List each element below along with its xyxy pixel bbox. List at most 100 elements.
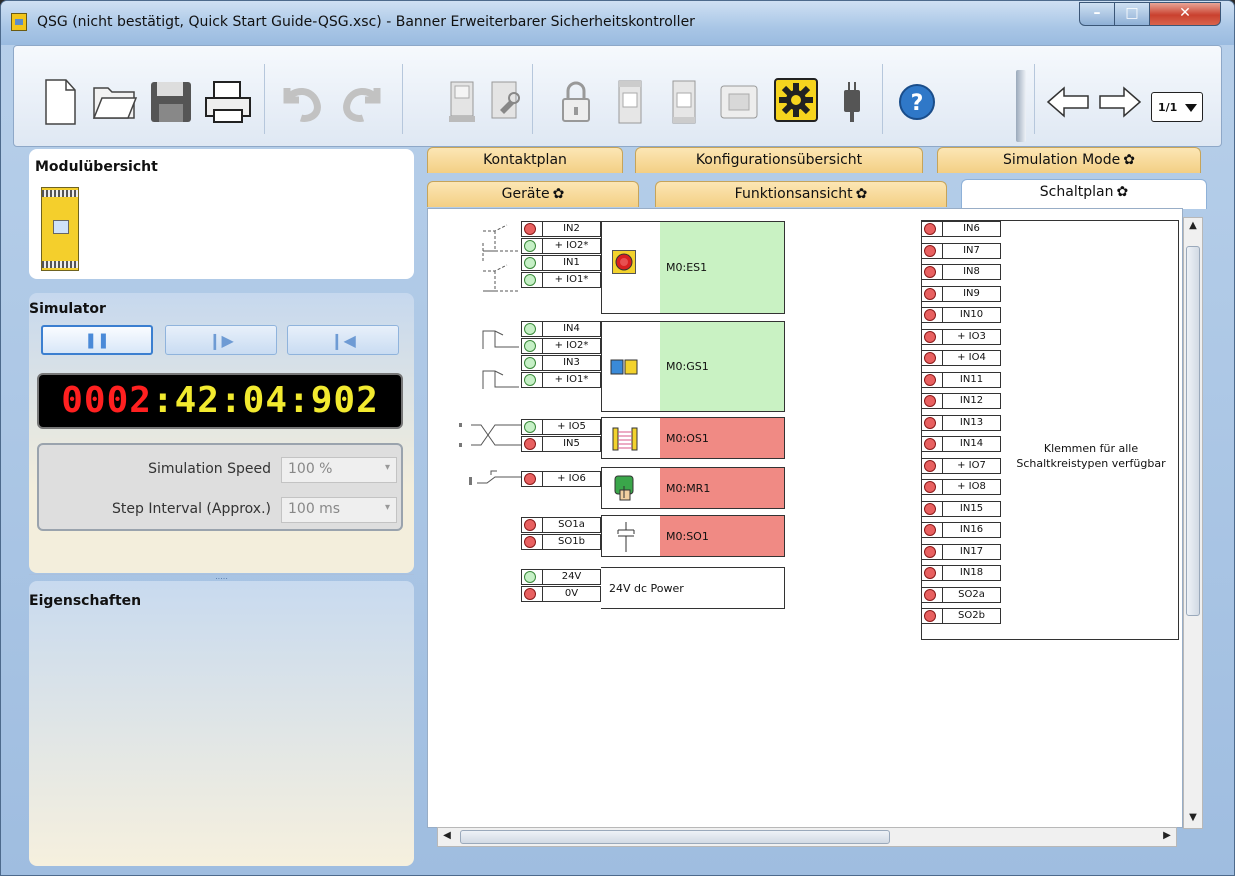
power-block[interactable]: 24V dc Power bbox=[601, 567, 785, 609]
terminal-right[interactable]: SO2a bbox=[921, 586, 1001, 603]
lock-icon[interactable] bbox=[554, 74, 598, 130]
terminal-io5[interactable]: + IO5 bbox=[521, 419, 601, 435]
scroll-right-icon[interactable]: ▶ bbox=[1158, 828, 1176, 846]
terminal-right[interactable]: + IO3 bbox=[921, 328, 1001, 345]
terminal-right[interactable]: IN14 bbox=[921, 436, 1001, 452]
terminal-24v[interactable]: 24V bbox=[521, 569, 601, 585]
speed-label: Simulation Speed bbox=[148, 461, 271, 477]
close-button[interactable]: ✕ bbox=[1149, 2, 1221, 26]
terminal-in2[interactable]: IN2 bbox=[521, 221, 601, 237]
module-a-icon[interactable] bbox=[610, 74, 650, 130]
terminal-in3[interactable]: IN3 bbox=[521, 355, 601, 371]
gs1-block[interactable]: M0:GS1 bbox=[601, 321, 785, 412]
terminal-right[interactable]: IN6 bbox=[921, 221, 1001, 237]
maximize-button[interactable]: □ bbox=[1114, 2, 1150, 26]
settings-gear-icon[interactable] bbox=[772, 72, 820, 128]
terminal-right[interactable]: IN7 bbox=[921, 242, 1001, 259]
terminal-in1[interactable]: IN1 bbox=[521, 255, 601, 271]
undo-icon[interactable] bbox=[272, 74, 328, 130]
scroll-down-icon[interactable]: ▼ bbox=[1184, 810, 1202, 828]
pause-button[interactable]: ❚❚ bbox=[41, 325, 153, 355]
terminal-right[interactable]: + IO8 bbox=[921, 479, 1001, 495]
terminal-right[interactable]: SO2b bbox=[921, 608, 1001, 624]
es1-block[interactable]: M0:ES1 bbox=[601, 221, 785, 314]
scroll-up-icon[interactable]: ▲ bbox=[1184, 218, 1202, 236]
terminal-right[interactable]: IN18 bbox=[921, 565, 1001, 581]
terminal-label: IN9 bbox=[942, 286, 1000, 301]
terminal-io1b[interactable]: + IO1* bbox=[521, 372, 601, 388]
app-icon bbox=[11, 13, 27, 31]
clock-sep-2: : bbox=[219, 380, 243, 421]
terminal-right[interactable]: IN15 bbox=[921, 500, 1001, 517]
terminal-right[interactable]: IN10 bbox=[921, 307, 1001, 323]
scroll-left-icon[interactable]: ◀ bbox=[438, 828, 456, 846]
print-icon[interactable] bbox=[202, 74, 254, 130]
os1-block[interactable]: M0:OS1 bbox=[601, 417, 785, 459]
step-button[interactable]: ❙▶ bbox=[165, 325, 277, 355]
terminal-so1b[interactable]: SO1b bbox=[521, 534, 601, 550]
terminal-right[interactable]: IN16 bbox=[921, 522, 1001, 538]
horizontal-scrollbar[interactable]: ◀ ▶ bbox=[437, 827, 1177, 847]
redo-icon[interactable] bbox=[336, 74, 392, 130]
led-status bbox=[924, 330, 936, 343]
device-icon[interactable] bbox=[442, 74, 482, 130]
terminal-io6[interactable]: + IO6 bbox=[521, 471, 601, 487]
simulation-clock: 0002:42:04:902 bbox=[37, 373, 403, 429]
minimize-button[interactable]: – bbox=[1079, 2, 1115, 26]
panel-splitter[interactable]: ..... bbox=[29, 573, 414, 581]
terminal-io2[interactable]: + IO2* bbox=[521, 238, 601, 254]
tab-simulation-mode[interactable]: Simulation Mode ✿ bbox=[937, 147, 1201, 173]
so1-block[interactable]: M0:SO1 bbox=[601, 515, 785, 557]
terminal-io1[interactable]: + IO1* bbox=[521, 272, 601, 288]
led-status bbox=[524, 323, 536, 335]
tab-geraete[interactable]: Geräte ✿ bbox=[427, 181, 639, 207]
module-thumbnail[interactable] bbox=[41, 187, 79, 271]
terminal-right[interactable]: + IO4 bbox=[921, 350, 1001, 366]
open-folder-icon[interactable] bbox=[90, 74, 140, 130]
terminal-in4[interactable]: IN4 bbox=[521, 321, 601, 337]
save-icon[interactable] bbox=[146, 74, 196, 130]
module-b-icon[interactable] bbox=[664, 74, 704, 130]
configure-device-icon[interactable] bbox=[486, 74, 526, 130]
page-selector[interactable]: 1/1 bbox=[1151, 92, 1203, 122]
terminal-right[interactable]: IN17 bbox=[921, 543, 1001, 560]
terminal-label: + IO1* bbox=[542, 273, 600, 287]
nav-forward-icon[interactable] bbox=[1096, 74, 1144, 130]
vertical-scrollbar[interactable]: ▲ ▼ bbox=[1183, 217, 1203, 829]
terminal-label: + IO4 bbox=[942, 351, 1000, 365]
terminal-0v[interactable]: 0V bbox=[521, 586, 601, 602]
help-icon[interactable]: ? bbox=[892, 74, 942, 130]
terminal-right[interactable]: IN12 bbox=[921, 393, 1001, 409]
vertical-scroll-thumb[interactable] bbox=[1186, 246, 1200, 616]
terminal-right[interactable]: IN13 bbox=[921, 414, 1001, 431]
tab-kontaktplan[interactable]: Kontaktplan bbox=[427, 147, 623, 173]
terminal-label: + IO6 bbox=[542, 472, 600, 486]
horizontal-scroll-thumb[interactable] bbox=[460, 830, 890, 844]
terminal-right[interactable]: + IO7 bbox=[921, 457, 1001, 474]
new-file-icon[interactable] bbox=[38, 74, 82, 130]
terminal-so1a[interactable]: SO1a bbox=[521, 517, 601, 533]
terminal-right[interactable]: IN8 bbox=[921, 264, 1001, 280]
tab-konfigurationsuebersicht[interactable]: Konfigurationsübersicht bbox=[635, 147, 923, 173]
reset-button[interactable]: ❙◀ bbox=[287, 325, 399, 355]
toolbar: ? 1/1 bbox=[13, 45, 1222, 147]
led-status bbox=[924, 287, 936, 300]
terminal-label: 0V bbox=[542, 587, 600, 601]
mr1-block[interactable]: M0:MR1 bbox=[601, 467, 785, 509]
window-title: QSG (nicht bestätigt, Quick Start Guide-… bbox=[37, 14, 695, 30]
clock-hours: 42 bbox=[174, 380, 220, 421]
terminal-label: IN17 bbox=[942, 544, 1000, 559]
speed-select[interactable]: 100 % bbox=[281, 457, 397, 483]
chip-icon[interactable] bbox=[714, 74, 764, 130]
view-tabs: Kontaktplan Konfigurationsübersicht Simu… bbox=[419, 147, 1219, 211]
tab-schaltplan[interactable]: Schaltplan ✿ bbox=[961, 179, 1207, 209]
terminal-right[interactable]: IN9 bbox=[921, 285, 1001, 302]
toolbar-overflow-grip[interactable] bbox=[1016, 70, 1026, 142]
terminal-in5[interactable]: IN5 bbox=[521, 436, 601, 452]
terminal-right[interactable]: IN11 bbox=[921, 371, 1001, 388]
tab-funktionsansicht[interactable]: Funktionsansicht ✿ bbox=[655, 181, 947, 207]
usb-plug-icon[interactable] bbox=[832, 74, 872, 130]
terminal-io2b[interactable]: + IO2* bbox=[521, 338, 601, 354]
interval-select[interactable]: 100 ms bbox=[281, 497, 397, 523]
nav-back-icon[interactable] bbox=[1044, 74, 1092, 130]
